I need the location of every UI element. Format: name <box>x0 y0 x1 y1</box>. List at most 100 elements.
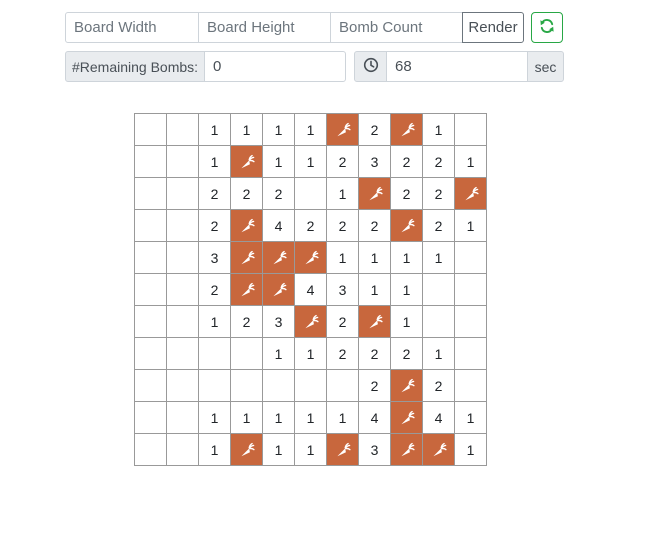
board-cell-bomb[interactable] <box>230 209 263 242</box>
board-cell[interactable] <box>134 177 167 210</box>
board-cell-bomb[interactable] <box>326 433 359 466</box>
board-cell[interactable] <box>294 369 327 402</box>
board-cell-bomb[interactable] <box>358 177 391 210</box>
board-cell[interactable] <box>422 273 455 306</box>
board-cell[interactable]: 2 <box>358 337 391 370</box>
board-cell[interactable]: 1 <box>454 401 487 434</box>
board-cell[interactable] <box>454 305 487 338</box>
board-cell[interactable] <box>166 337 199 370</box>
board-cell[interactable]: 1 <box>198 305 231 338</box>
board-cell[interactable]: 2 <box>198 209 231 242</box>
board-cell[interactable]: 1 <box>390 241 423 274</box>
render-button[interactable]: Render <box>462 12 524 43</box>
board-cell[interactable] <box>326 369 359 402</box>
board-cell[interactable]: 2 <box>326 145 359 178</box>
board-cell[interactable]: 2 <box>422 209 455 242</box>
board-cell[interactable] <box>166 145 199 178</box>
board-cell-bomb[interactable] <box>230 273 263 306</box>
board-cell[interactable]: 3 <box>326 273 359 306</box>
board-cell[interactable]: 2 <box>422 369 455 402</box>
board-cell[interactable] <box>134 369 167 402</box>
board-cell[interactable]: 2 <box>390 177 423 210</box>
board-cell[interactable]: 4 <box>262 209 295 242</box>
board-cell[interactable]: 1 <box>230 113 263 146</box>
board-cell[interactable]: 2 <box>358 209 391 242</box>
board-cell[interactable]: 2 <box>230 305 263 338</box>
board-cell[interactable]: 2 <box>198 177 231 210</box>
board-cell-bomb[interactable] <box>454 177 487 210</box>
refresh-button[interactable] <box>531 12 563 43</box>
board-cell[interactable]: 2 <box>358 369 391 402</box>
board-cell[interactable]: 1 <box>326 241 359 274</box>
board-cell[interactable] <box>134 401 167 434</box>
board-cell[interactable] <box>166 305 199 338</box>
board-cell[interactable]: 2 <box>390 145 423 178</box>
board-cell[interactable]: 1 <box>422 113 455 146</box>
board-cell-bomb[interactable] <box>390 433 423 466</box>
board-cell-bomb[interactable] <box>358 305 391 338</box>
board-cell-bomb[interactable] <box>262 241 295 274</box>
board-cell[interactable]: 1 <box>358 273 391 306</box>
board-cell[interactable]: 1 <box>198 433 231 466</box>
board-cell[interactable]: 1 <box>422 241 455 274</box>
board-cell[interactable]: 1 <box>358 241 391 274</box>
board-cell[interactable]: 3 <box>198 241 231 274</box>
board-cell[interactable] <box>198 369 231 402</box>
board-cell[interactable] <box>134 113 167 146</box>
board-cell[interactable] <box>134 433 167 466</box>
board-cell-bomb[interactable] <box>294 241 327 274</box>
board-cell[interactable] <box>134 305 167 338</box>
board-cell[interactable]: 2 <box>422 177 455 210</box>
board-cell-bomb[interactable] <box>262 273 295 306</box>
board-cell-bomb[interactable] <box>390 209 423 242</box>
board-cell[interactable]: 1 <box>454 145 487 178</box>
board-cell[interactable]: 2 <box>422 145 455 178</box>
board-cell-bomb[interactable] <box>422 433 455 466</box>
board-cell[interactable]: 3 <box>262 305 295 338</box>
board-cell[interactable]: 1 <box>454 433 487 466</box>
board-cell[interactable] <box>166 209 199 242</box>
board-cell[interactable]: 2 <box>198 273 231 306</box>
board-cell[interactable]: 1 <box>454 209 487 242</box>
board-cell-bomb[interactable] <box>326 113 359 146</box>
board-cell[interactable]: 1 <box>390 273 423 306</box>
board-cell[interactable]: 1 <box>294 113 327 146</box>
board-cell[interactable]: 2 <box>326 337 359 370</box>
board-cell[interactable] <box>454 369 487 402</box>
board-cell[interactable] <box>134 337 167 370</box>
board-cell[interactable] <box>166 113 199 146</box>
board-cell[interactable] <box>166 241 199 274</box>
board-cell[interactable]: 4 <box>294 273 327 306</box>
board-cell[interactable] <box>134 273 167 306</box>
board-cell[interactable]: 1 <box>198 401 231 434</box>
board-cell[interactable]: 2 <box>262 177 295 210</box>
board-cell[interactable]: 4 <box>422 401 455 434</box>
board-cell[interactable]: 2 <box>358 113 391 146</box>
board-cell[interactable] <box>454 337 487 370</box>
board-cell[interactable] <box>166 433 199 466</box>
board-cell[interactable]: 2 <box>326 305 359 338</box>
board-cell[interactable]: 1 <box>294 433 327 466</box>
board-cell[interactable] <box>262 369 295 402</box>
board-cell[interactable]: 1 <box>198 113 231 146</box>
board-cell[interactable]: 1 <box>326 177 359 210</box>
board-cell[interactable] <box>454 113 487 146</box>
board-cell[interactable] <box>166 401 199 434</box>
board-height-input[interactable] <box>198 12 331 43</box>
board-cell-bomb[interactable] <box>230 433 263 466</box>
board-cell[interactable] <box>422 305 455 338</box>
board-cell[interactable]: 1 <box>294 337 327 370</box>
board-cell[interactable]: 3 <box>358 145 391 178</box>
board-cell[interactable] <box>198 337 231 370</box>
board-cell[interactable] <box>166 177 199 210</box>
board-cell[interactable]: 2 <box>390 337 423 370</box>
board-cell[interactable] <box>134 241 167 274</box>
board-cell[interactable]: 2 <box>230 177 263 210</box>
board-cell[interactable] <box>230 369 263 402</box>
board-cell[interactable]: 1 <box>262 401 295 434</box>
board-cell[interactable] <box>134 209 167 242</box>
board-cell-bomb[interactable] <box>294 305 327 338</box>
board-cell[interactable]: 4 <box>358 401 391 434</box>
board-width-input[interactable] <box>65 12 199 43</box>
board-cell[interactable]: 2 <box>294 209 327 242</box>
